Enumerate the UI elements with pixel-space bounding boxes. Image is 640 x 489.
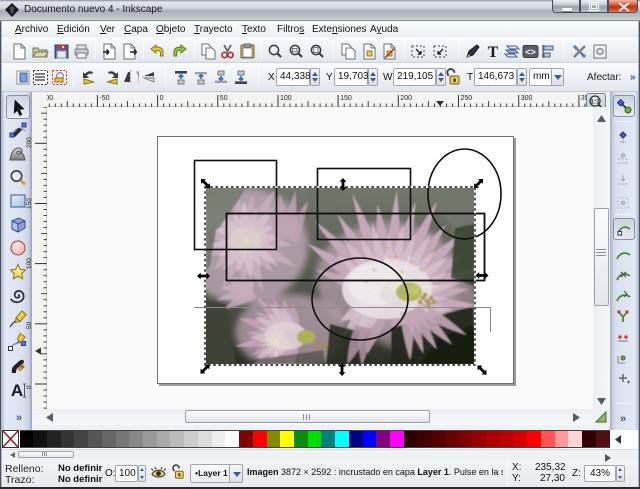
svg-text:150: 150 <box>340 95 352 102</box>
svg-text:T: T <box>488 44 499 60</box>
svg-text:0: 0 <box>160 95 164 102</box>
svg-text:<>: <> <box>525 47 536 57</box>
svg-text:A: A <box>11 381 23 400</box>
svg-text:250: 250 <box>461 95 473 102</box>
svg-text:200: 200 <box>400 95 412 102</box>
svg-text:-50: -50 <box>99 95 109 102</box>
svg-text:50: 50 <box>220 95 228 102</box>
svg-text:100: 100 <box>280 95 292 102</box>
svg-text:300: 300 <box>521 95 533 102</box>
